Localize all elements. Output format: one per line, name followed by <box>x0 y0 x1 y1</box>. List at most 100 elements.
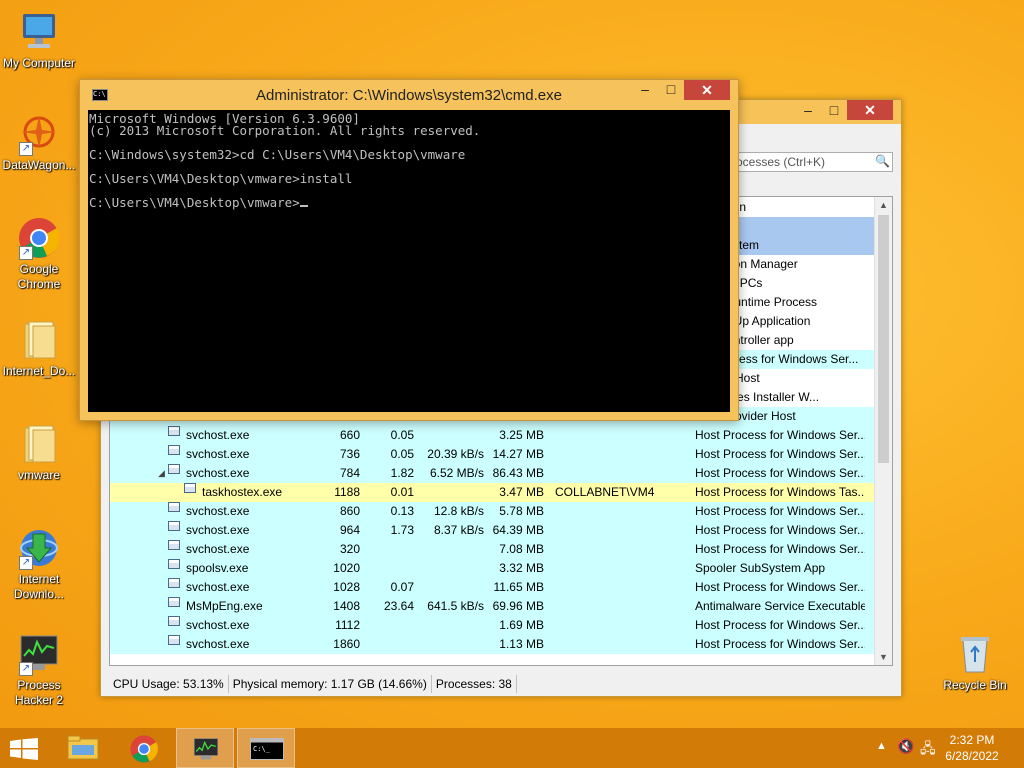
desktop-icon-label: Internet Downlo... <box>13 572 65 601</box>
title-bar[interactable]: C:\ Administrator: C:\Windows\system32\c… <box>80 80 738 110</box>
cpu-usage: CPU Usage: 53.13% <box>109 675 229 693</box>
process-icon <box>168 559 180 569</box>
process-cpu: 0.05 <box>390 428 414 442</box>
process-name: svchost.exe <box>186 637 250 651</box>
taskbar-cmd[interactable]: C:\_ <box>237 728 295 768</box>
network-icon[interactable]: 🖧 <box>920 738 936 762</box>
clock-date: 6/28/2022 <box>945 749 999 763</box>
process-pid: 1860 <box>333 637 360 651</box>
process-pid: 860 <box>339 504 360 518</box>
cmd-window[interactable]: C:\ Administrator: C:\Windows\system32\c… <box>79 79 739 421</box>
collapse-icon[interactable]: ◢ <box>158 464 165 483</box>
process-icon <box>168 635 180 645</box>
show-hidden-icons[interactable]: ▲ <box>876 740 887 752</box>
process-cpu: 0.07 <box>390 580 414 594</box>
process-pid: 784 <box>339 466 360 480</box>
process-row[interactable]: taskhostex.exe 1188 0.01 3.47 MB COLLABNET\V… <box>110 483 874 502</box>
process-private-bytes: 3.47 MB <box>499 485 544 499</box>
process-row[interactable]: MsMpEng.exe 1408 23.64 641.5 kB/s 69.96 MB An… <box>110 597 874 616</box>
maximize-button[interactable]: □ <box>821 100 847 120</box>
desktop-icon-recycle-bin[interactable]: Recycle Bin <box>936 632 1014 693</box>
vertical-scrollbar[interactable]: ▲ ▼ <box>874 197 892 665</box>
process-private-bytes: 86.43 MB <box>492 466 544 480</box>
minimize-button[interactable]: – <box>632 80 658 100</box>
volume-muted-icon[interactable]: 🔇 <box>897 738 914 755</box>
minimize-button[interactable]: – <box>795 100 821 120</box>
process-name: svchost.exe <box>186 523 250 537</box>
console-prompt-line: C:\Users\VM4\Desktop\vmware> <box>89 196 730 209</box>
scroll-down-icon[interactable]: ▼ <box>875 649 892 665</box>
desktop-icon-label: Google Chrome <box>17 262 61 291</box>
taskbar-process-hacker[interactable] <box>176 728 234 768</box>
process-row[interactable]: ◢ svchost.exe 784 1.82 6.52 MB/s 86.43 MB Host… <box>110 464 874 483</box>
desktop-icon-datawagon[interactable]: ↗ DataWagon... <box>0 112 78 173</box>
process-row[interactable]: svchost.exe 1860 1.13 MB Host Process for W… <box>110 635 874 654</box>
process-cpu: 0.13 <box>390 504 414 518</box>
process-row[interactable]: svchost.exe 860 0.13 12.8 kB/s 5.78 MB Host P… <box>110 502 874 521</box>
process-description: Host Process for Windows Ser... <box>695 466 865 480</box>
process-name: svchost.exe <box>186 447 250 461</box>
clock-time: 2:32 PM <box>949 733 995 747</box>
process-icon <box>168 426 180 436</box>
process-icon <box>168 521 180 531</box>
process-row[interactable]: svchost.exe 1028 0.07 11.65 MB Host Process … <box>110 578 874 597</box>
file-explorer-icon <box>67 735 99 760</box>
scrollbar-thumb[interactable] <box>878 215 889 463</box>
search-icon[interactable]: 🔍 <box>875 154 890 168</box>
process-name: svchost.exe <box>186 580 250 594</box>
start-button[interactable] <box>0 728 58 768</box>
process-icon <box>168 464 180 474</box>
process-pid: 964 <box>339 523 360 537</box>
process-row[interactable]: svchost.exe 660 0.05 3.25 MB Host Process fo… <box>110 426 874 445</box>
process-cpu: 1.82 <box>390 466 414 480</box>
scroll-up-icon[interactable]: ▲ <box>875 197 892 213</box>
process-row[interactable]: spoolsv.exe 1020 3.32 MB Spooler SubSystem … <box>110 559 874 578</box>
console-output[interactable]: Microsoft Windows [Version 6.3.9600] (c)… <box>88 110 730 412</box>
taskbar-file-explorer[interactable] <box>54 728 112 768</box>
process-pid: 1408 <box>333 599 360 613</box>
process-row[interactable]: svchost.exe 964 1.73 8.37 kB/s 64.39 MB Host … <box>110 521 874 540</box>
computer-icon <box>17 10 61 54</box>
system-clock[interactable]: 2:32 PM 6/28/2022 <box>942 732 1002 764</box>
process-io: 641.5 kB/s <box>427 599 484 613</box>
process-icon <box>168 597 180 607</box>
console-line: (c) 2013 Microsoft Corporation. All righ… <box>89 123 481 138</box>
shortcut-arrow-icon: ↗ <box>19 556 33 570</box>
process-description: Host Process for Windows Ser... <box>695 523 865 537</box>
desktop-icon-chrome[interactable]: ↗ Google Chrome <box>0 216 78 292</box>
process-pid: 1188 <box>334 485 360 499</box>
desktop-icon-process-hacker[interactable]: ↗ Process Hacker 2 <box>0 632 78 708</box>
desktop-icon-internet-download-manager[interactable]: ↗ Internet Downlo... <box>0 526 78 602</box>
close-button[interactable]: ✕ <box>684 80 730 100</box>
desktop-icon-vmware[interactable]: vmware <box>0 422 78 483</box>
desktop-icon-label: vmware <box>17 468 60 482</box>
process-row[interactable]: svchost.exe 736 0.05 20.39 kB/s 14.27 MB Host… <box>110 445 874 464</box>
maximize-button[interactable]: □ <box>658 80 684 100</box>
process-hacker-icon <box>193 738 219 760</box>
process-private-bytes: 11.65 MB <box>493 580 544 594</box>
desktop-icon-my-computer[interactable]: My Computer <box>0 10 78 71</box>
desktop-icon-label: My Computer <box>2 56 76 70</box>
close-button[interactable]: ✕ <box>847 100 893 120</box>
process-pid: 660 <box>339 428 360 442</box>
process-user: COLLABNET\VM4 <box>555 485 655 499</box>
process-name: svchost.exe <box>186 618 250 632</box>
process-description: Spooler SubSystem App <box>695 561 826 575</box>
process-row[interactable]: svchost.exe 320 7.08 MB Host Process for Wi… <box>110 540 874 559</box>
process-pid: 320 <box>339 542 360 556</box>
svg-text:C:\_: C:\_ <box>253 745 271 753</box>
process-description: Host Process for Windows Ser... <box>695 447 865 461</box>
process-name: svchost.exe <box>186 542 250 556</box>
process-description: Antimalware Service Executable <box>695 599 865 613</box>
process-private-bytes: 7.08 MB <box>499 542 544 556</box>
desktop-icon-internet-do[interactable]: Internet_Do... <box>0 318 78 379</box>
taskbar-chrome[interactable] <box>115 728 173 768</box>
process-description: Host Process for Windows Ser... <box>695 428 865 442</box>
desktop-icon-label: DataWagon... <box>2 158 76 172</box>
process-row[interactable]: svchost.exe 1112 1.69 MB Host Process for W… <box>110 616 874 635</box>
process-icon <box>168 502 180 512</box>
process-private-bytes: 69.96 MB <box>492 599 544 613</box>
process-name: svchost.exe <box>186 504 250 518</box>
process-private-bytes: 64.39 MB <box>492 523 544 537</box>
process-cpu: 1.73 <box>390 523 414 537</box>
